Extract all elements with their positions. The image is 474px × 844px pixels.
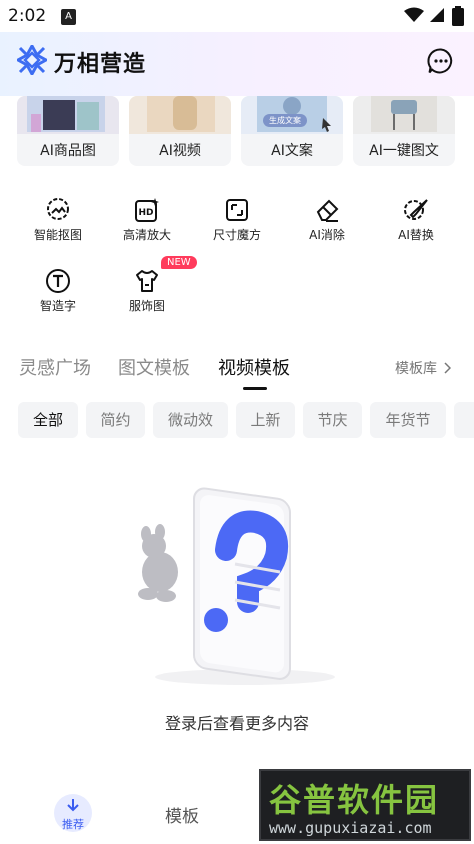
replace-brush-icon: [404, 199, 428, 220]
feature-card-row: AI商品图 AI视频 生成文案 AI文案 AI一键图文: [0, 96, 474, 168]
tool-hd-upscale[interactable]: HD 高清放大: [102, 197, 192, 243]
eraser-icon: [316, 199, 339, 222]
tool-label: AI消除: [309, 228, 345, 242]
tool-apparel[interactable]: 服饰图: [102, 268, 192, 314]
tool-smart-text[interactable]: 智造字: [13, 268, 103, 314]
arrow-down-icon: [67, 799, 79, 812]
sim-card-icon: A: [61, 9, 76, 25]
chip-new-year-goods[interactable]: 年货节: [370, 402, 446, 438]
chevron-right-icon: [444, 362, 452, 374]
wifi-icon: [404, 7, 424, 22]
hd-upscale-icon: HD: [135, 198, 159, 222]
tool-resize[interactable]: 尺寸魔方: [192, 197, 282, 243]
chip-festival[interactable]: 节庆: [303, 402, 362, 438]
feature-card-label: AI一键图文: [369, 143, 439, 159]
template-library-label: 模板库: [395, 361, 437, 377]
tool-label: 尺寸魔方: [212, 228, 261, 242]
tool-smart-cutout[interactable]: 智能抠图: [13, 197, 103, 243]
new-badge: NEW: [161, 256, 197, 269]
empty-state-message: 登录后查看更多内容: [164, 714, 309, 733]
status-bar: 2:02 A: [0, 0, 474, 32]
tab-video-templates[interactable]: 视频模板: [218, 354, 290, 380]
feature-card-ai-copywriting[interactable]: 生成文案 AI文案: [241, 96, 343, 166]
feature-card-label: AI商品图: [40, 143, 96, 159]
empty-state-illustration: [138, 487, 335, 685]
tool-label: 智造字: [39, 299, 76, 313]
active-tab-indicator: [243, 387, 267, 390]
tab-inspiration[interactable]: 灵感广场: [19, 354, 91, 380]
feature-card-label: AI文案: [271, 143, 313, 159]
nav-recommend-label: 推荐: [62, 818, 84, 831]
tool-label: AI替换: [398, 228, 434, 242]
tab-image-templates[interactable]: 图文模板: [118, 354, 190, 380]
svg-text:HD: HD: [138, 208, 153, 218]
tool-ai-eraser[interactable]: AI消除: [282, 197, 372, 243]
smart-cutout-icon: [47, 198, 69, 220]
text-t-icon: [46, 269, 70, 293]
tool-ai-replace[interactable]: AI替换: [371, 197, 461, 243]
chip-all[interactable]: 全部: [18, 402, 78, 438]
battery-icon: [452, 6, 464, 26]
watermark-url: www.gupuxiazai.com: [269, 819, 432, 837]
watermark-brand: 谷普软件园: [269, 781, 440, 819]
tool-label: 高清放大: [122, 228, 171, 242]
feature-card-ai-video[interactable]: AI视频: [129, 96, 231, 166]
app-logo-icon: [17, 45, 47, 75]
chip-simple[interactable]: 简约: [86, 402, 145, 438]
signal-icon: [430, 8, 444, 22]
tool-label: 智能抠图: [33, 228, 82, 242]
tool-label: 服饰图: [128, 299, 165, 313]
feature-card-ai-product[interactable]: AI商品图: [17, 96, 119, 166]
ai-one-click-thumbnail: [353, 96, 455, 134]
feature-card-label: AI视频: [159, 143, 201, 159]
app-header: 万相营造: [0, 32, 474, 96]
template-library-link[interactable]: 模板库: [395, 358, 452, 378]
generate-copy-tag: 生成文案: [263, 114, 307, 127]
feature-card-ai-one-click[interactable]: AI一键图文: [353, 96, 455, 166]
ai-video-thumbnail: [129, 96, 231, 134]
ai-product-thumbnail: [17, 96, 119, 134]
nav-recommend[interactable]: 推荐: [54, 794, 92, 832]
filter-chip-row: 全部 简约 微动效 上新 节庆 年货节: [0, 402, 474, 440]
site-watermark: 谷普软件园 www.gupuxiazai.com: [259, 769, 471, 841]
chip-micro-motion[interactable]: 微动效: [153, 402, 228, 438]
resize-icon: [226, 199, 248, 221]
chip-new[interactable]: 上新: [236, 402, 295, 438]
status-time: 2:02: [8, 6, 47, 26]
tshirt-icon: [136, 270, 158, 292]
nav-templates[interactable]: 模板: [165, 802, 199, 827]
app-title: 万相营造: [54, 52, 147, 77]
message-button[interactable]: [427, 47, 455, 75]
chip-more[interactable]: [454, 402, 474, 438]
